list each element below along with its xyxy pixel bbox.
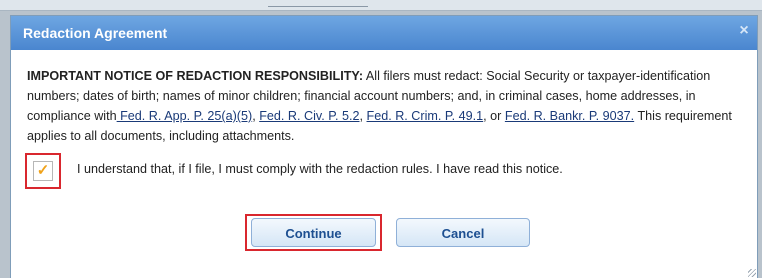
link-fed-r-crim-p[interactable]: Fed. R. Crim. P. 49.1 [367, 109, 484, 123]
resize-grip-icon[interactable] [748, 269, 756, 277]
notice-separator: , or [483, 109, 505, 123]
link-fed-r-bankr-p[interactable]: Fed. R. Bankr. P. 9037. [505, 109, 634, 123]
link-fed-r-app-p[interactable]: Fed. R. App. P. 25(a)(5) [117, 109, 252, 123]
checkbox-highlight: ✓ [25, 153, 61, 189]
redaction-notice-text: IMPORTANT NOTICE OF REDACTION RESPONSIBI… [27, 66, 747, 146]
cancel-button[interactable]: Cancel [396, 218, 530, 247]
acknowledge-label[interactable]: I understand that, if I file, I must com… [77, 162, 563, 176]
background-page-strip [0, 0, 762, 11]
notice-heading: IMPORTANT NOTICE OF REDACTION RESPONSIBI… [27, 69, 364, 83]
continue-button[interactable]: Continue [251, 218, 376, 247]
link-fed-r-civ-p[interactable]: Fed. R. Civ. P. 5.2 [259, 109, 359, 123]
notice-separator: , [359, 109, 367, 123]
acknowledge-checkbox[interactable]: ✓ [33, 161, 53, 181]
close-icon[interactable]: × [737, 23, 751, 39]
dialog-title: Redaction Agreement [23, 25, 168, 41]
redaction-agreement-dialog: Redaction Agreement × IMPORTANT NOTICE O… [10, 15, 758, 278]
dialog-titlebar[interactable]: Redaction Agreement × [11, 16, 757, 50]
checkmark-icon: ✓ [36, 162, 50, 179]
background-field [268, 0, 368, 7]
